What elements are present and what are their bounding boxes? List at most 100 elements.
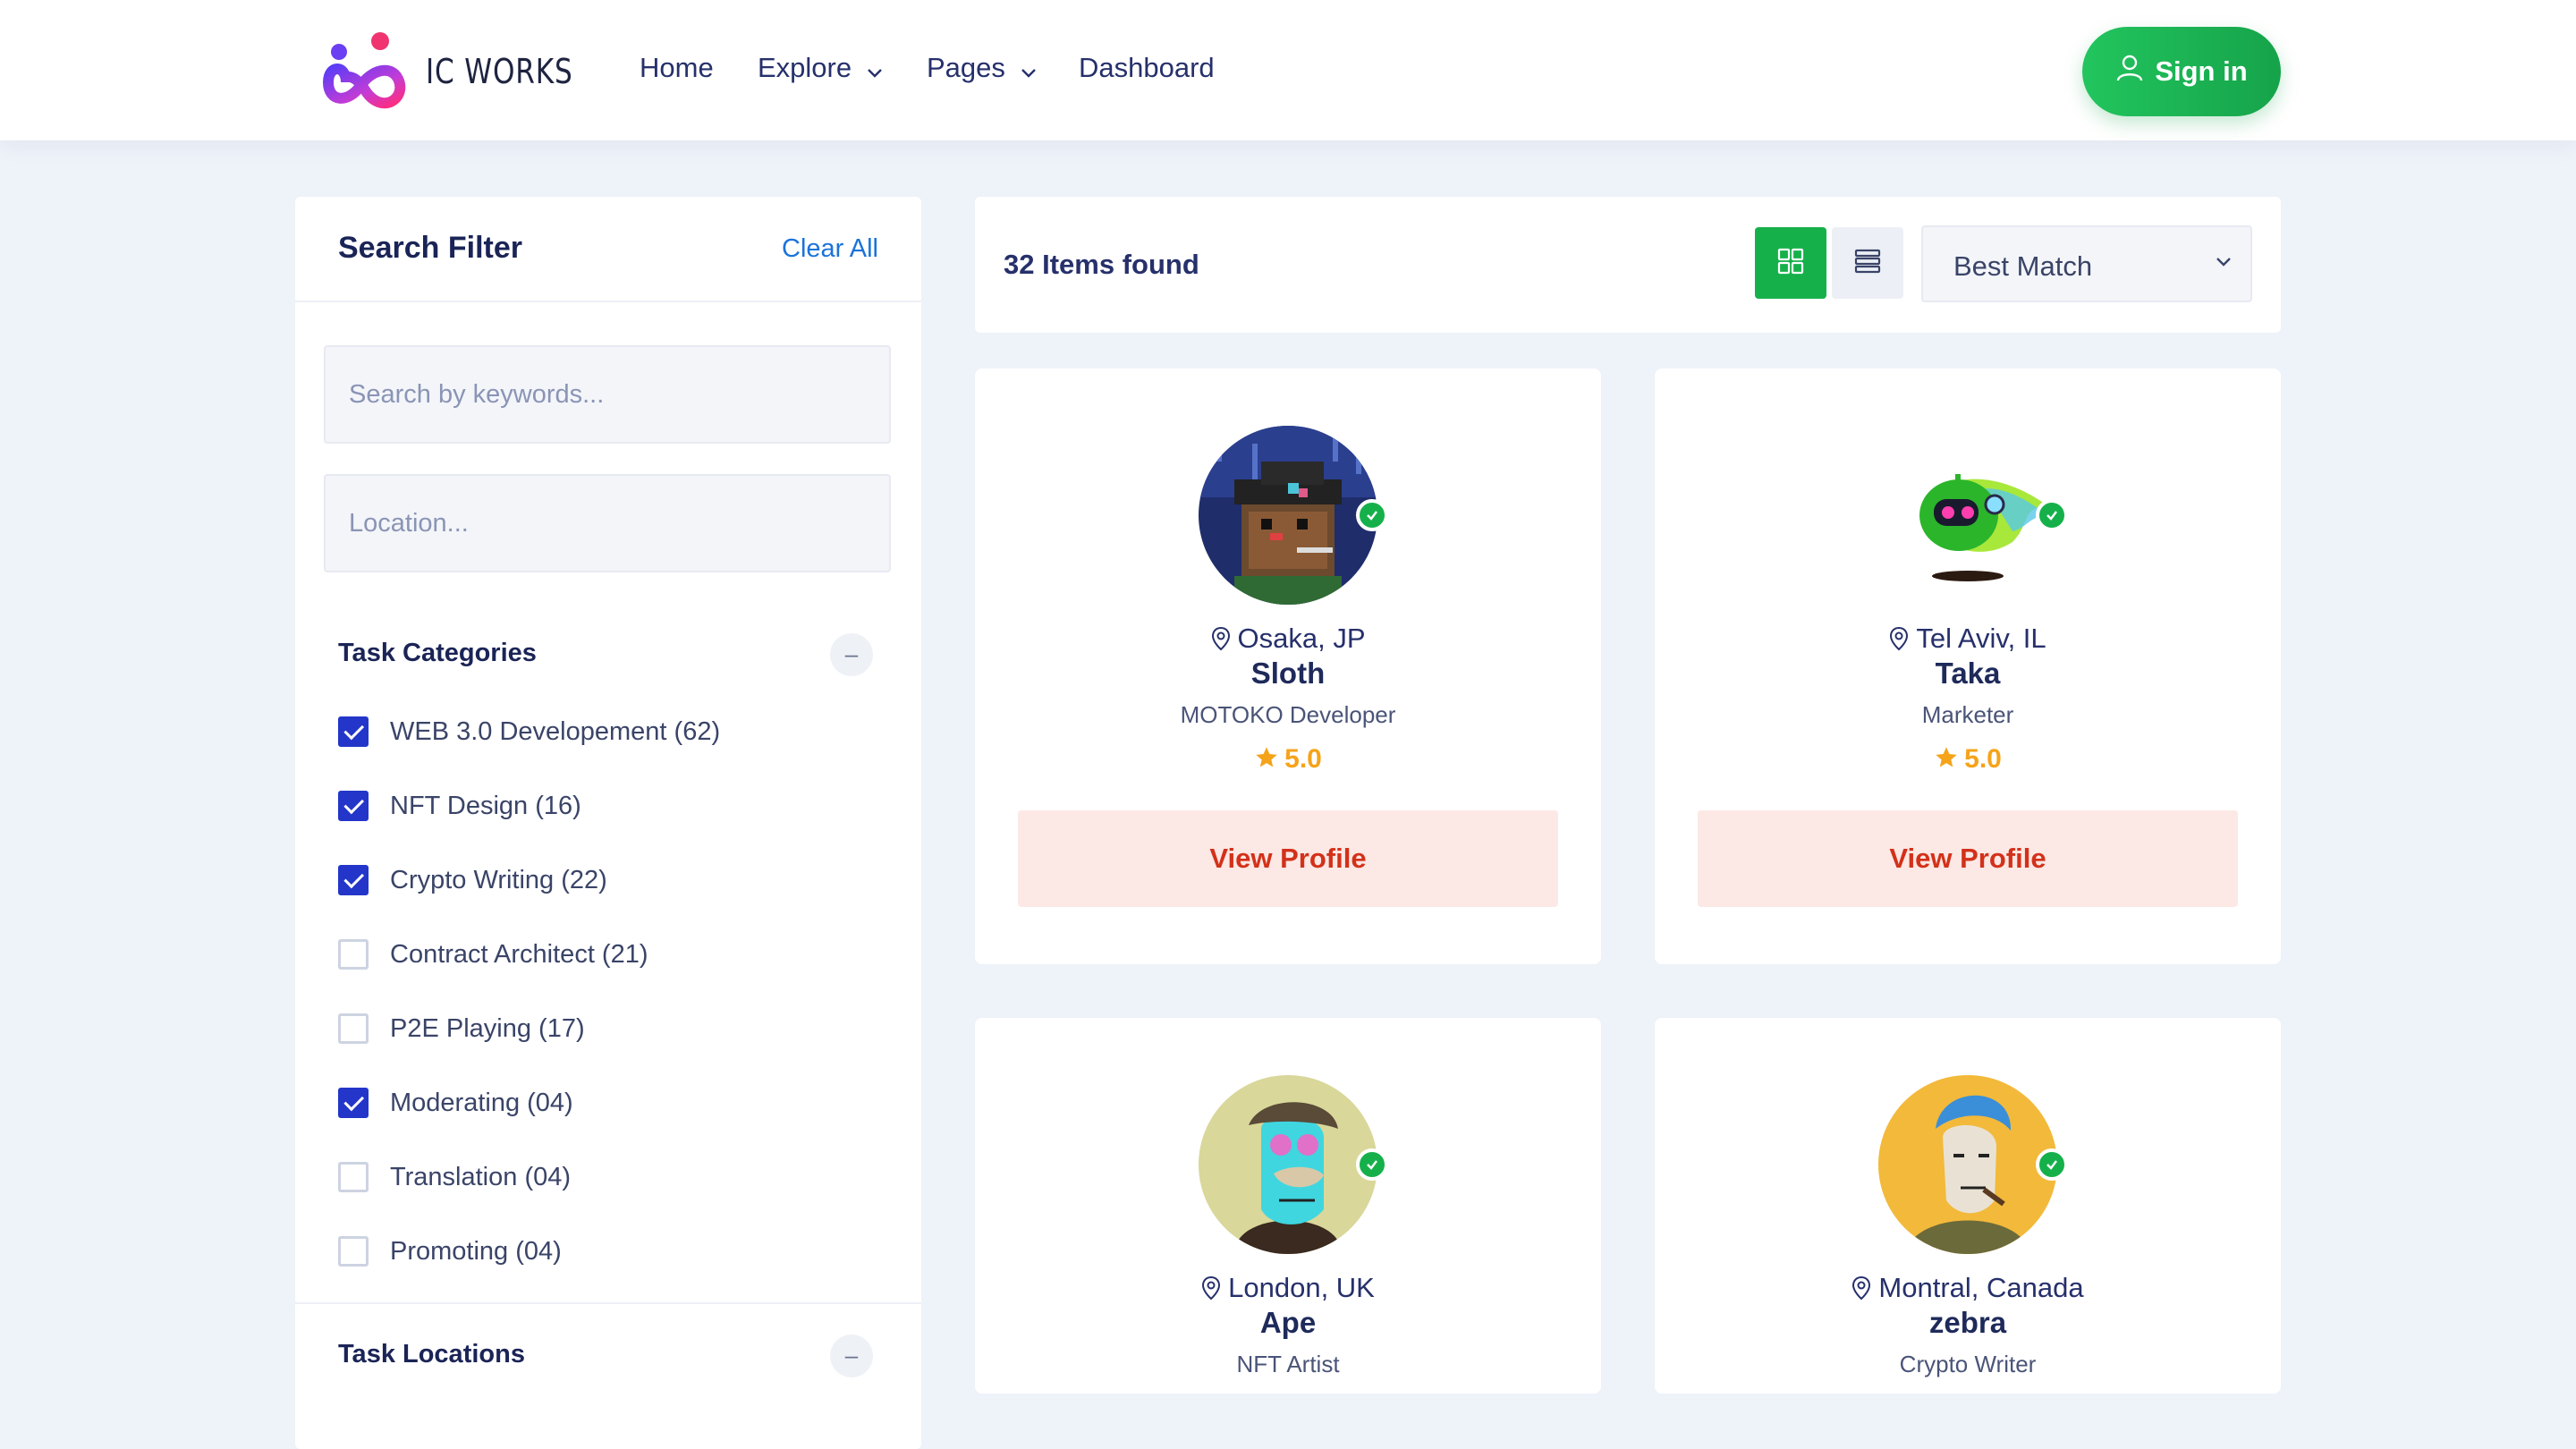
nav-explore-label: Explore bbox=[758, 52, 852, 83]
nav-pages-label: Pages bbox=[927, 52, 1005, 83]
category-item[interactable]: Promoting (04) bbox=[338, 1233, 562, 1269]
map-pin-icon bbox=[1852, 1275, 1871, 1301]
profile-role: Crypto Writer bbox=[1899, 1351, 2037, 1377]
profile-rating: 5.0 bbox=[1655, 744, 2281, 775]
chevron-down-icon bbox=[2215, 256, 2233, 273]
sort-value: Best Match bbox=[1953, 250, 2093, 282]
task-categories-title: Task Categories bbox=[338, 639, 537, 667]
brand-name[interactable]: IC WORKS bbox=[426, 52, 573, 91]
nav-dashboard-label: Dashboard bbox=[1079, 52, 1215, 83]
brand-logo-icon[interactable] bbox=[319, 29, 412, 113]
category-label: Moderating (04) bbox=[390, 1088, 573, 1117]
category-item[interactable]: Translation (04) bbox=[338, 1159, 571, 1195]
category-label: Translation (04) bbox=[390, 1162, 572, 1191]
view-profile-button[interactable]: View Profile bbox=[1018, 810, 1558, 907]
location-input[interactable] bbox=[324, 474, 891, 572]
keyword-search-input[interactable] bbox=[324, 345, 891, 444]
ape-avatar-icon bbox=[1199, 1075, 1377, 1254]
nav-pages[interactable]: Pages bbox=[927, 52, 1037, 86]
list-icon bbox=[1853, 247, 1882, 280]
checkbox[interactable] bbox=[338, 1013, 369, 1044]
profile-location: Osaka, JP bbox=[975, 623, 1601, 655]
map-pin-icon bbox=[1890, 626, 1909, 651]
category-item[interactable]: Crypto Writing (22) bbox=[338, 862, 607, 898]
profile-card: Montral, Canada zebra Crypto Writer bbox=[1655, 1018, 2281, 1394]
filter-header: Search Filter Clear All bbox=[295, 197, 921, 302]
chevron-down-icon bbox=[867, 54, 883, 86]
pixel-sloth-avatar-icon bbox=[1199, 426, 1377, 605]
robot-avatar-icon bbox=[1878, 426, 2057, 605]
map-pin-icon bbox=[1211, 626, 1230, 651]
category-label: P2E Playing (17) bbox=[390, 1013, 585, 1043]
profile-name[interactable]: Taka bbox=[1655, 657, 2281, 691]
map-pin-icon bbox=[1202, 1275, 1221, 1301]
verified-badge-icon bbox=[2036, 1148, 2068, 1181]
category-item[interactable]: NFT Design (16) bbox=[338, 788, 581, 824]
profile-card: London, UK Ape NFT Artist bbox=[975, 1018, 1601, 1394]
clear-all-link[interactable]: Clear All bbox=[782, 234, 878, 264]
sign-in-button[interactable]: Sign in bbox=[2082, 27, 2281, 116]
star-icon bbox=[1256, 747, 1277, 767]
avatar[interactable] bbox=[1878, 426, 2068, 605]
zebra-avatar-icon bbox=[1878, 1075, 2057, 1254]
profile-role: NFT Artist bbox=[1236, 1351, 1340, 1377]
divider bbox=[295, 1302, 921, 1304]
location-text: London, UK bbox=[1228, 1272, 1375, 1303]
profile-name[interactable]: zebra bbox=[1655, 1306, 2281, 1340]
category-item[interactable]: P2E Playing (17) bbox=[338, 1011, 585, 1046]
profile-location: London, UK bbox=[975, 1272, 1601, 1304]
rating-value: 5.0 bbox=[1964, 744, 2002, 774]
avatar[interactable] bbox=[1199, 1075, 1388, 1254]
checkbox[interactable] bbox=[338, 939, 369, 970]
profile-location: Tel Aviv, IL bbox=[1655, 623, 2281, 655]
collapse-locations-button[interactable]: – bbox=[830, 1335, 873, 1377]
location-text: Osaka, JP bbox=[1237, 623, 1366, 654]
category-label: Contract Architect (21) bbox=[390, 939, 648, 969]
profile-card: Osaka, JP Sloth MOTOKO Developer 5.0 Vie… bbox=[975, 369, 1601, 964]
grid-view-button[interactable] bbox=[1755, 227, 1826, 299]
checkbox[interactable] bbox=[338, 865, 369, 895]
checkbox[interactable] bbox=[338, 1162, 369, 1192]
view-profile-button[interactable]: View Profile bbox=[1698, 810, 2238, 907]
verified-badge-icon bbox=[1356, 499, 1388, 531]
checkbox[interactable] bbox=[338, 1088, 369, 1118]
profile-role: Marketer bbox=[1921, 701, 2014, 728]
checkbox[interactable] bbox=[338, 1236, 369, 1267]
category-item[interactable]: WEB 3.0 Developement (62) bbox=[338, 714, 720, 750]
avatar[interactable] bbox=[1199, 426, 1388, 605]
nav-home[interactable]: Home bbox=[640, 52, 714, 84]
collapse-categories-button[interactable]: – bbox=[830, 633, 873, 676]
verified-badge-icon bbox=[2036, 499, 2068, 531]
list-view-button[interactable] bbox=[1832, 227, 1903, 299]
checkbox[interactable] bbox=[338, 791, 369, 821]
category-label: NFT Design (16) bbox=[390, 791, 581, 820]
star-icon bbox=[1936, 747, 1957, 767]
site-header: IC WORKS Home Explore Pages Dashboard Si… bbox=[0, 0, 2576, 140]
checkbox[interactable] bbox=[338, 716, 369, 747]
nav-home-label: Home bbox=[640, 52, 714, 83]
sort-select[interactable]: Best Match bbox=[1921, 225, 2252, 302]
category-label: WEB 3.0 Developement (62) bbox=[390, 716, 721, 746]
location-text: Tel Aviv, IL bbox=[1916, 623, 2046, 654]
profile-role: MOTOKO Developer bbox=[1180, 701, 1396, 728]
rating-value: 5.0 bbox=[1284, 744, 1322, 774]
location-text: Montral, Canada bbox=[1878, 1272, 2084, 1303]
nav-dashboard[interactable]: Dashboard bbox=[1079, 52, 1215, 84]
profile-location: Montral, Canada bbox=[1655, 1272, 2281, 1304]
user-icon bbox=[2115, 54, 2144, 89]
avatar[interactable] bbox=[1878, 1075, 2068, 1254]
nav-explore[interactable]: Explore bbox=[758, 52, 883, 86]
category-label: Promoting (04) bbox=[390, 1236, 562, 1266]
task-locations-title: Task Locations bbox=[338, 1340, 525, 1368]
category-item[interactable]: Moderating (04) bbox=[338, 1085, 573, 1121]
profile-name[interactable]: Ape bbox=[975, 1306, 1601, 1340]
category-label: Crypto Writing (22) bbox=[390, 865, 607, 894]
filter-title: Search Filter bbox=[338, 231, 522, 265]
chevron-down-icon bbox=[1021, 54, 1037, 86]
verified-badge-icon bbox=[1356, 1148, 1388, 1181]
results-count: 32 Items found bbox=[1004, 249, 1199, 280]
category-item[interactable]: Contract Architect (21) bbox=[338, 936, 648, 972]
results-toolbar: 32 Items found Best Match bbox=[975, 197, 2281, 333]
profile-name[interactable]: Sloth bbox=[975, 657, 1601, 691]
profile-rating: 5.0 bbox=[975, 744, 1601, 775]
